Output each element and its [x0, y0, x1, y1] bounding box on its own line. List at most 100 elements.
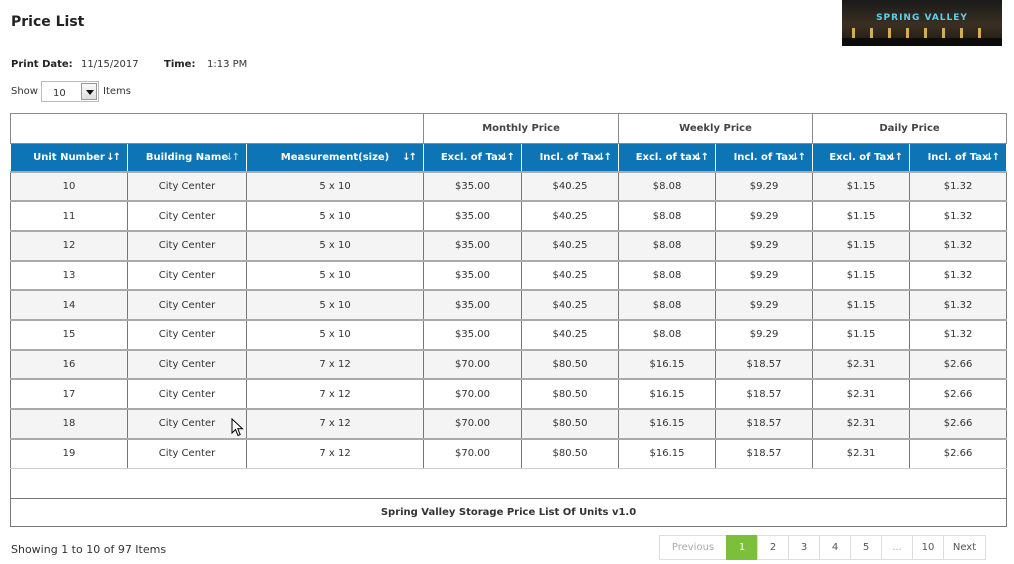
- table-row[interactable]: 12 City Center 5 x 10 $35.00 $40.25 $8.08 $9.2…: [10, 229, 1008, 262]
- print-date-value: 11/15/2017: [81, 59, 139, 70]
- column-header-label: Incl. of Tax: [539, 151, 601, 163]
- table-cell: $2.66: [909, 378, 1008, 410]
- page-button-3[interactable]: 3: [788, 535, 820, 560]
- page-size-value: 10: [53, 88, 66, 99]
- table-cell: City Center: [127, 259, 247, 291]
- sort-icon[interactable]: ↓↑: [985, 152, 1000, 163]
- table-row[interactable]: 18 City Center 7 x 12 $70.00 $80.50 $16.15 $18…: [10, 408, 1008, 440]
- table-cell: $35.00: [423, 318, 523, 351]
- col-monthly-excl-tax[interactable]: Excl. of Tax ↓↑: [423, 143, 523, 172]
- sort-icon[interactable]: ↓↑: [402, 152, 417, 163]
- table-cell: City Center: [127, 378, 247, 410]
- column-header-label: Unit Number: [33, 151, 105, 163]
- sort-icon[interactable]: ↓↑: [888, 152, 903, 163]
- table-cell: $2.66: [909, 408, 1008, 440]
- column-header-label: Building Name: [145, 151, 229, 163]
- table-cell: $18.57: [715, 408, 814, 440]
- table-cell: $80.50: [521, 408, 620, 440]
- table-cell: $9.29: [715, 170, 814, 202]
- table-cell: 17: [10, 378, 128, 410]
- table-cell: $2.31: [812, 348, 911, 380]
- table-row[interactable]: 10 City Center 5 x 10 $35.00 $40.25 $8.08 $9.2…: [10, 170, 1008, 202]
- col-daily-excl-tax[interactable]: Excl. of Tax ↓↑: [812, 143, 911, 172]
- col-monthly-incl-tax[interactable]: Incl. of Tax ↓↑: [521, 143, 620, 172]
- sort-icon[interactable]: ↓↑: [106, 152, 121, 163]
- table-row[interactable]: 19 City Center 7 x 12 $70.00 $80.50 $16.15 $18…: [10, 437, 1008, 469]
- table-cell: $16.15: [618, 348, 717, 380]
- table-cell: $1.32: [909, 229, 1008, 262]
- table-cell: 5 x 10: [245, 289, 425, 321]
- column-header-label: Excl. of Tax: [440, 151, 505, 163]
- page-ellipsis[interactable]: ...: [881, 535, 913, 560]
- table-cell: $40.25: [521, 170, 620, 202]
- sort-icon[interactable]: ↓↑: [500, 152, 515, 163]
- price-table: Monthly Price Weekly Price Daily Price U…: [9, 113, 1008, 527]
- sort-icon[interactable]: ↓↑: [694, 152, 709, 163]
- table-cell: $1.32: [909, 318, 1008, 351]
- page-button-10[interactable]: 10: [912, 535, 944, 560]
- table-cell: $8.08: [618, 200, 717, 232]
- print-date-label: Print Date:: [11, 59, 73, 70]
- table-cell: $40.25: [521, 318, 620, 351]
- sort-icon[interactable]: ↓↑: [225, 152, 240, 163]
- showing-summary: Showing 1 to 10 of 97 Items: [11, 543, 167, 556]
- page-button-5[interactable]: 5: [850, 535, 882, 560]
- table-cell: 5 x 10: [245, 259, 425, 291]
- table-cell: $9.29: [715, 318, 814, 351]
- table-cell: $35.00: [423, 200, 523, 232]
- table-cell: $35.00: [423, 259, 523, 291]
- table-cell: 5 x 10: [245, 318, 425, 351]
- table-cell: 14: [10, 289, 128, 321]
- table-cell: $18.57: [715, 437, 814, 469]
- table-cell: 7 x 12: [245, 408, 425, 440]
- table-cell: $9.29: [715, 259, 814, 291]
- table-row[interactable]: 14 City Center 5 x 10 $35.00 $40.25 $8.08 $9.2…: [10, 289, 1008, 321]
- table-row[interactable]: 17 City Center 7 x 12 $70.00 $80.50 $16.15 $18…: [10, 378, 1008, 410]
- col-weekly-incl-tax[interactable]: Incl. of Tax ↓↑: [715, 143, 814, 172]
- table-row[interactable]: 11 City Center 5 x 10 $35.00 $40.25 $8.08 $9.2…: [10, 200, 1008, 232]
- table-cell: City Center: [127, 289, 247, 321]
- column-header-label: Incl. of Tax: [733, 151, 795, 163]
- table-cell: $1.15: [812, 259, 911, 291]
- table-row[interactable]: 16 City Center 7 x 12 $70.00 $80.50 $16.15 $18…: [10, 348, 1008, 380]
- table-cell: $1.15: [812, 229, 911, 262]
- table-cell: $70.00: [423, 348, 523, 380]
- table-cell: $2.66: [909, 437, 1008, 469]
- previous-page-button[interactable]: Previous: [659, 535, 727, 560]
- table-cell: $1.32: [909, 259, 1008, 291]
- items-label: Items: [103, 86, 131, 97]
- page-button-1[interactable]: 1: [726, 535, 758, 560]
- table-row[interactable]: 13 City Center 5 x 10 $35.00 $40.25 $8.08 $9.2…: [10, 259, 1008, 291]
- table-cell: $1.15: [812, 289, 911, 321]
- table-cell: $70.00: [423, 378, 523, 410]
- col-measurement[interactable]: Measurement(size) ↓↑: [245, 143, 425, 172]
- column-header-label: Measurement(size): [280, 151, 390, 163]
- col-weekly-excl-tax[interactable]: Excl. of tax ↓↑: [618, 143, 717, 172]
- sort-icon[interactable]: ↓↑: [791, 152, 806, 163]
- page-button-2[interactable]: 2: [757, 535, 789, 560]
- chevron-down-icon[interactable]: [81, 83, 97, 100]
- column-header-label: Incl. of Tax: [927, 151, 989, 163]
- table-cell: $8.08: [618, 170, 717, 202]
- table-row[interactable]: 15 City Center 5 x 10 $35.00 $40.25 $8.08 $9.2…: [10, 318, 1008, 351]
- next-page-button[interactable]: Next: [943, 535, 986, 560]
- page-title: Price List: [11, 14, 85, 30]
- col-daily-incl-tax[interactable]: Incl. of Tax ↓↑: [909, 143, 1008, 172]
- col-unit-number[interactable]: Unit Number ↓↑: [10, 143, 128, 172]
- table-cell: 7 x 12: [245, 378, 425, 410]
- group-daily-price: Daily Price: [812, 113, 1008, 144]
- table-cell: $2.66: [909, 348, 1008, 380]
- table-cell: $35.00: [423, 229, 523, 262]
- table-cell: 5 x 10: [245, 170, 425, 202]
- table-cell: 12: [10, 229, 128, 262]
- table-cell: 16: [10, 348, 128, 380]
- col-building-name[interactable]: Building Name ↓↑: [127, 143, 247, 172]
- page-size-select[interactable]: 10: [41, 81, 99, 102]
- table-cell: 19: [10, 437, 128, 469]
- table-cell: $8.08: [618, 318, 717, 351]
- page-button-4[interactable]: 4: [819, 535, 851, 560]
- logo-text: SPRING VALLEY: [876, 13, 968, 23]
- table-cell: $35.00: [423, 170, 523, 202]
- table-cell: City Center: [127, 229, 247, 262]
- sort-icon[interactable]: ↓↑: [597, 152, 612, 163]
